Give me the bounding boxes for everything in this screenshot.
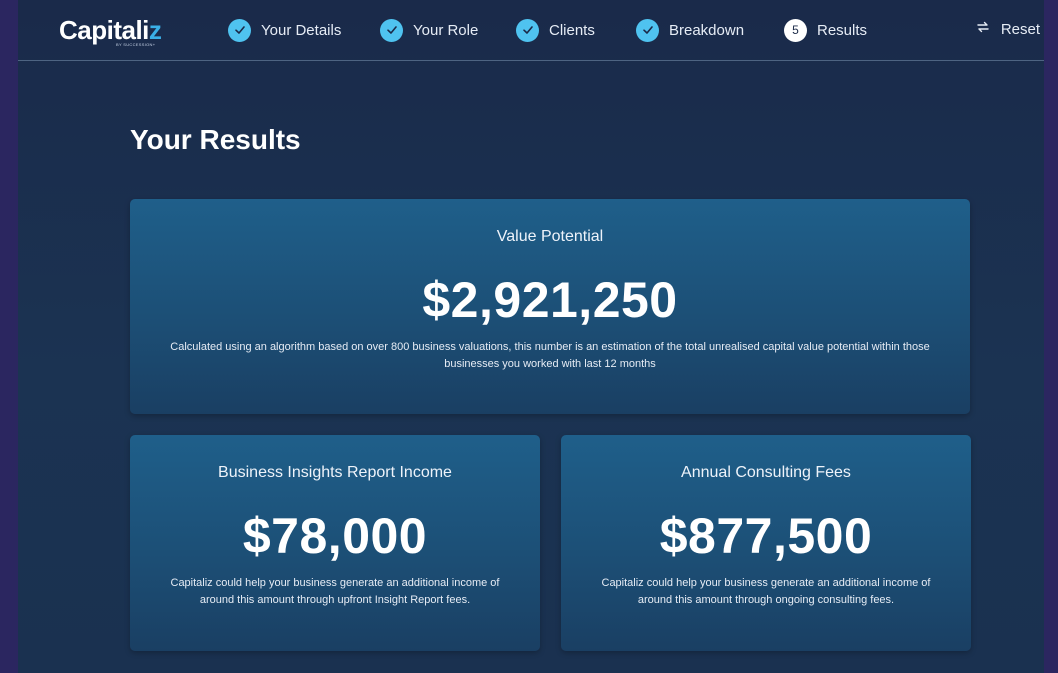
- card-description: Capitaliz could help your business gener…: [601, 577, 931, 606]
- step-label: Your Role: [413, 21, 479, 39]
- step-number-badge: 5: [784, 18, 807, 42]
- card-title: Annual Consulting Fees: [681, 464, 851, 481]
- value-potential-card: Value Potential $2,921,250 Calculated us…: [130, 199, 970, 414]
- top-navigation-bar: Capitaliz BY SUCCESSION+ Your Details Yo…: [18, 0, 1044, 61]
- check-icon: [636, 18, 659, 42]
- check-icon: [516, 18, 539, 42]
- insights-income-amount: $78,000: [242, 508, 428, 564]
- step-label: Results: [817, 21, 868, 39]
- consulting-fees-amount: $877,500: [659, 508, 873, 564]
- reset-button[interactable]: Reset: [975, 19, 1040, 40]
- card-description: Calculated using an algorithm based on o…: [170, 341, 930, 370]
- consulting-fees-card: Annual Consulting Fees $877,500 Capitali…: [561, 435, 971, 651]
- capitaliz-logo[interactable]: Capitaliz BY SUCCESSION+: [59, 14, 162, 50]
- card-description: Capitaliz could help your business gener…: [170, 577, 500, 606]
- step-your-role[interactable]: Your Role: [380, 18, 478, 42]
- value-potential-amount: $2,921,250: [422, 272, 678, 328]
- check-icon: [380, 18, 403, 42]
- page-title: Your Results: [130, 124, 301, 155]
- card-title: Business Insights Report Income: [218, 464, 452, 481]
- step-results[interactable]: 5 Results: [784, 18, 867, 42]
- app-frame: Capitaliz BY SUCCESSION+ Your Details Yo…: [18, 0, 1044, 673]
- step-label: Your Details: [261, 21, 342, 39]
- step-clients[interactable]: Clients: [516, 18, 595, 42]
- card-title: Value Potential: [496, 228, 604, 245]
- reset-label: Reset: [1000, 21, 1040, 38]
- step-breakdown[interactable]: Breakdown: [636, 18, 744, 42]
- step-label: Clients: [549, 21, 595, 39]
- insights-income-card: Business Insights Report Income $78,000 …: [130, 435, 540, 651]
- logo-tagline: BY SUCCESSION+: [116, 42, 156, 47]
- check-icon: [228, 18, 251, 42]
- step-label: Breakdown: [669, 21, 745, 39]
- reset-icon: [975, 19, 991, 40]
- step-your-details[interactable]: Your Details: [228, 18, 341, 42]
